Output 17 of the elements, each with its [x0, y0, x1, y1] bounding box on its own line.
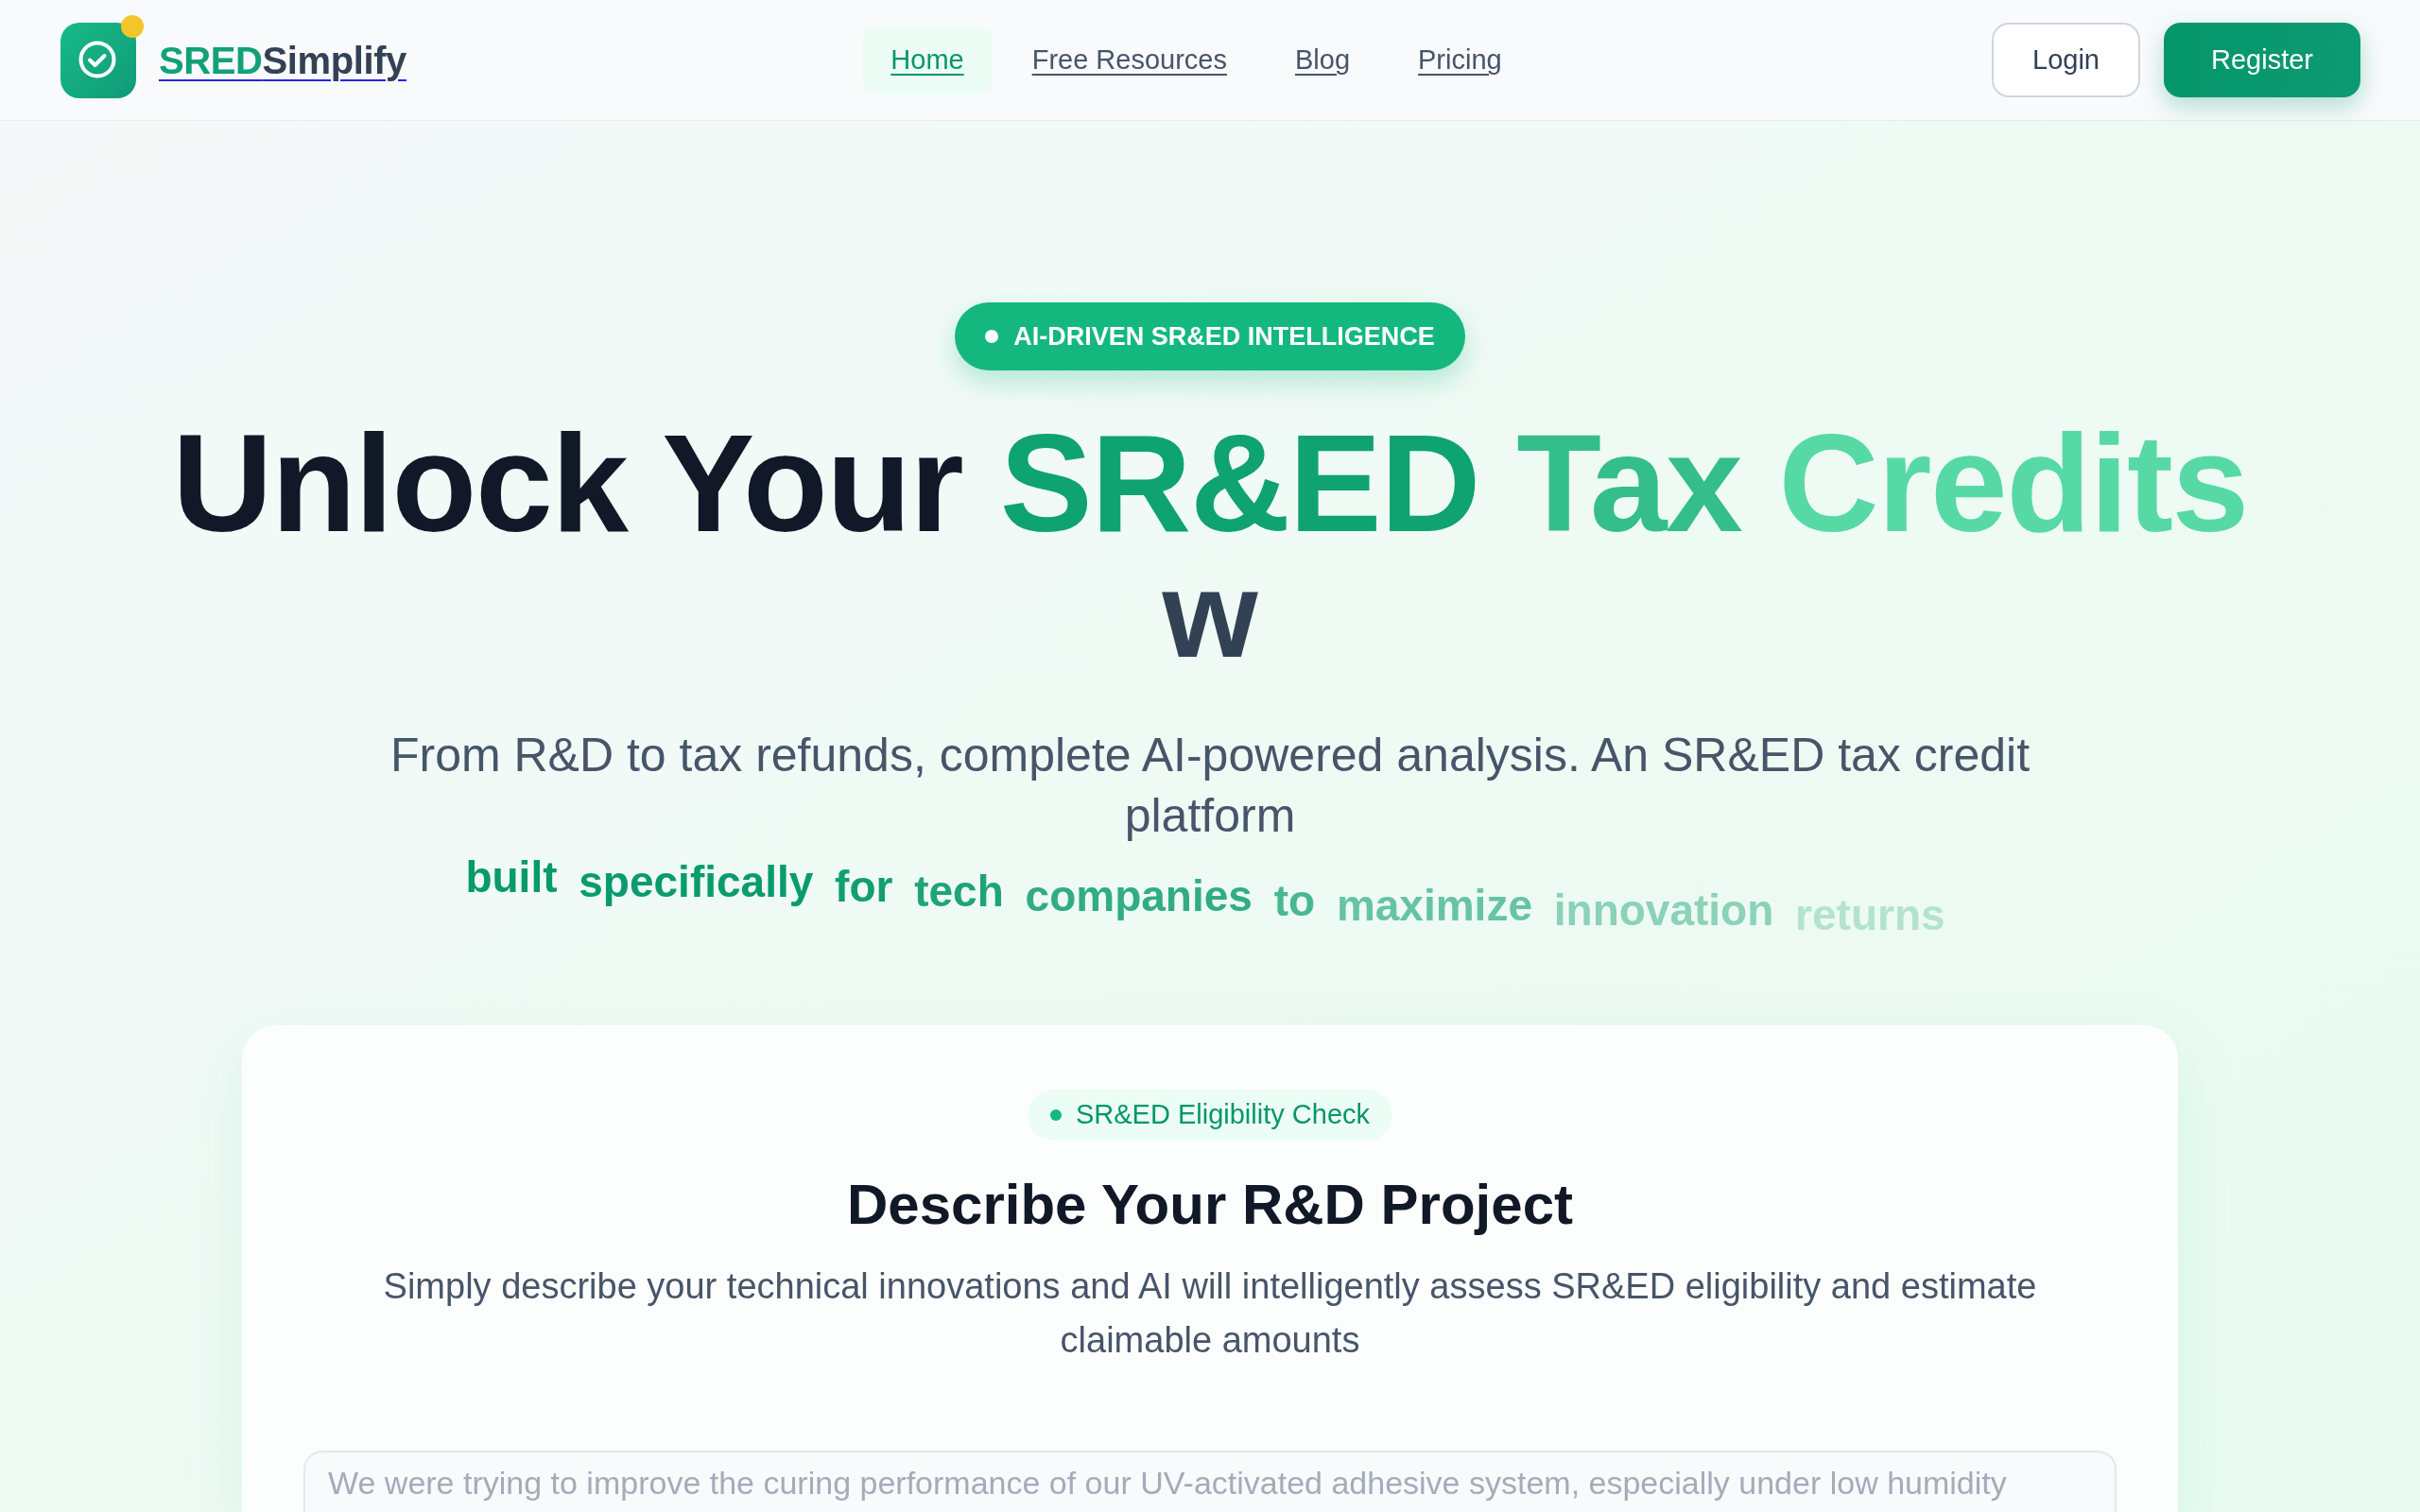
hero-title: Unlock Your SR&ED Tax Credits: [172, 414, 2248, 553]
primary-button[interactable]: Register: [2164, 23, 2360, 97]
nav-link[interactable]: Free Resources: [1003, 26, 1255, 94]
nav-link[interactable]: Pricing: [1390, 26, 1530, 94]
card-description: Simply describe your technical innovations and AI will intelligently assess SR&ED eligibility and estimate claimable amounts: [382, 1265, 2038, 1362]
logo-icon: [60, 14, 144, 98]
project-description-field[interactable]: We were trying to improve the curing performance of our UV-activated adhesive system, especially under low humidity: [303, 1451, 2117, 1512]
typing-text: w: [1162, 553, 1258, 676]
nav-link[interactable]: Blog: [1267, 26, 1379, 94]
card-heading: Describe Your R&D Project: [847, 1172, 1573, 1238]
secondary-button[interactable]: Login: [1992, 23, 2140, 97]
nav-link[interactable]: Home: [862, 26, 993, 94]
tagline: built specifically for tech companies to maximize innovation returns: [465, 851, 1946, 941]
badge-label: AI-DRIVEN SR&ED INTELLIGENCE: [1013, 320, 1435, 352]
hero-subtitle: From R&D to tax refunds, complete AI-powered analysis. An SR&ED tax credit platform: [389, 728, 2031, 844]
brand-logo[interactable]: SREDSimplify: [159, 37, 406, 83]
badge-label: SR&ED Eligibility Check: [1075, 1098, 1370, 1132]
